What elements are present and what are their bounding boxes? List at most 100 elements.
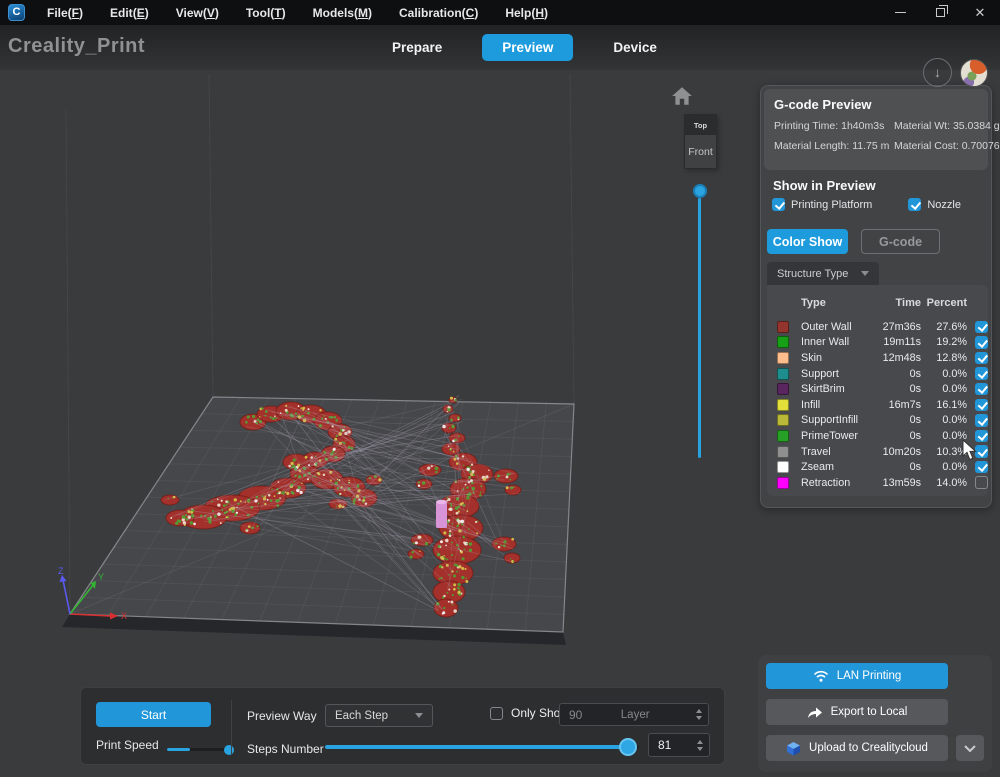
layer-suffix-label: Layer <box>620 708 650 721</box>
chevron-down-icon <box>415 713 423 718</box>
type-color-swatch <box>777 476 789 489</box>
steps-slider[interactable] <box>325 738 639 756</box>
divider <box>231 700 232 754</box>
layer-slider-track[interactable] <box>698 198 701 458</box>
preview-way-label: Preview Way <box>247 709 317 723</box>
table-row: Zseam 0s 0.0% <box>773 459 988 475</box>
stat-item: Material Length: 11.75 m <box>774 140 890 152</box>
type-visibility-checkbox[interactable] <box>975 476 988 489</box>
window-restore-button[interactable] <box>920 0 960 25</box>
header: Creality_Print Prepare Preview Device ↓ <box>0 25 1000 87</box>
type-visibility-checkbox[interactable] <box>975 460 988 474</box>
layer-spinner[interactable] <box>695 709 708 720</box>
tab-prepare[interactable]: Prepare <box>378 34 456 61</box>
lan-printing-button[interactable]: LAN Printing <box>766 663 948 689</box>
menu-item-calibration[interactable]: Calibration(C) <box>399 6 478 20</box>
export-arrow-icon <box>807 707 822 718</box>
type-name: SkirtBrim <box>801 383 845 396</box>
window-minimize-button[interactable] <box>880 0 920 25</box>
table-row: Support 0s 0.0% <box>773 366 988 382</box>
type-visibility-checkbox[interactable] <box>975 414 988 427</box>
layer-slider-thumb[interactable] <box>693 184 707 198</box>
spin-down-icon[interactable] <box>695 716 702 720</box>
type-name: Inner Wall <box>801 336 850 349</box>
type-visibility-checkbox[interactable] <box>975 398 988 412</box>
only-show-checkbox[interactable] <box>490 706 503 720</box>
type-color-swatch <box>777 336 789 349</box>
window-close-button[interactable]: ✕ <box>960 0 1000 25</box>
type-time: 0s <box>909 367 921 380</box>
export-to-local-button[interactable]: Export to Local <box>766 699 948 725</box>
start-button[interactable]: Start <box>96 702 211 727</box>
menu-item-file[interactable]: File(F) <box>47 6 83 20</box>
type-percent: 0.0% <box>942 383 967 396</box>
type-name: Outer Wall <box>801 320 852 333</box>
type-name: Zseam <box>801 461 834 474</box>
type-name: Skin <box>801 351 823 364</box>
menu-item-edit[interactable]: Edit(E) <box>110 6 149 20</box>
print-speed-slider-thumb[interactable] <box>224 744 234 755</box>
structure-type-dropdown[interactable]: Structure Type <box>767 262 879 285</box>
spin-up-icon[interactable] <box>697 739 703 744</box>
view-top-button[interactable]: Top <box>685 115 716 135</box>
type-time: 10m20s <box>882 445 921 458</box>
app-logo-icon: C <box>8 4 25 21</box>
type-visibility-checkbox[interactable] <box>975 336 988 349</box>
steps-number-label: Steps Number <box>247 742 324 756</box>
steps-spinner[interactable] <box>697 739 709 751</box>
type-percent: 10.3% <box>936 445 967 458</box>
type-time: 0s <box>909 414 921 427</box>
table-row: Retraction 13m59s 14.0% <box>773 475 988 491</box>
type-visibility-checkbox[interactable] <box>975 351 988 365</box>
home-icon <box>672 87 692 105</box>
mouse-cursor <box>962 440 977 461</box>
type-visibility-checkbox[interactable] <box>975 320 988 334</box>
g-code-button[interactable]: G-code <box>861 229 940 254</box>
lan-printing-label: LAN Printing <box>836 670 902 682</box>
layer-number-input[interactable]: 90 Layer <box>559 703 709 726</box>
spin-down-icon[interactable] <box>697 746 703 751</box>
type-name: Retraction <box>801 476 851 489</box>
upload-to-crealitycloud-button[interactable]: Upload to Crealitycloud <box>766 735 948 761</box>
user-avatar[interactable] <box>960 59 988 87</box>
menu-item-tool[interactable]: Tool(T) <box>246 6 286 20</box>
download-button[interactable]: ↓ <box>923 58 952 87</box>
chevron-down-icon <box>964 744 976 752</box>
print-speed-label: Print Speed <box>96 738 159 752</box>
view-cube[interactable]: Top Front <box>684 114 717 169</box>
type-percent: 0.0% <box>942 461 967 474</box>
color-show-button[interactable]: Color Show <box>767 229 848 254</box>
svg-text:Z: Z <box>58 566 64 576</box>
view-front-button[interactable]: Front <box>685 135 716 168</box>
type-color-swatch <box>777 351 789 364</box>
home-view-button[interactable] <box>671 86 693 106</box>
gcode-stats-block: G-code Preview Printing Time: 1h40m3s Mat… <box>764 89 1000 170</box>
wifi-icon <box>813 670 828 682</box>
menu-item-models[interactable]: Models(M) <box>313 6 372 20</box>
menubar: File(F) Edit(E) View(V) Tool(T) Models(M) Cal… <box>47 6 548 20</box>
spin-up-icon[interactable] <box>695 709 702 713</box>
preview-way-select[interactable]: Each Step <box>325 704 433 727</box>
structure-table-header: Type Time Percent <box>773 293 982 313</box>
menu-item-view[interactable]: View(V) <box>176 6 219 20</box>
type-percent: 0.0% <box>942 367 967 380</box>
tab-device[interactable]: Device <box>599 34 671 61</box>
window-controls: ✕ <box>880 0 1000 25</box>
3d-viewport-canvas[interactable]: X Y Z <box>0 70 760 777</box>
gcode-preview-title: G-code Preview <box>774 97 872 112</box>
tab-preview[interactable]: Preview <box>482 34 574 61</box>
type-time: 16m7s <box>888 398 921 411</box>
type-visibility-checkbox[interactable] <box>975 382 988 396</box>
show-option-checkbox[interactable] <box>908 198 922 211</box>
menu-item-help[interactable]: Help(H) <box>505 6 548 20</box>
table-row: Inner Wall 19m11s 19.2% <box>773 335 988 351</box>
type-name: Support <box>801 367 839 380</box>
show-in-preview-options: Printing Platform Nozzle <box>772 198 961 211</box>
type-time: 13m59s <box>882 476 921 489</box>
show-option-checkbox[interactable] <box>772 198 785 211</box>
print-speed-slider[interactable] <box>167 744 234 755</box>
steps-number-input[interactable]: 81 <box>648 733 710 757</box>
type-visibility-checkbox[interactable] <box>975 367 988 380</box>
more-output-options-button[interactable] <box>956 735 984 761</box>
steps-slider-thumb[interactable] <box>619 738 637 756</box>
